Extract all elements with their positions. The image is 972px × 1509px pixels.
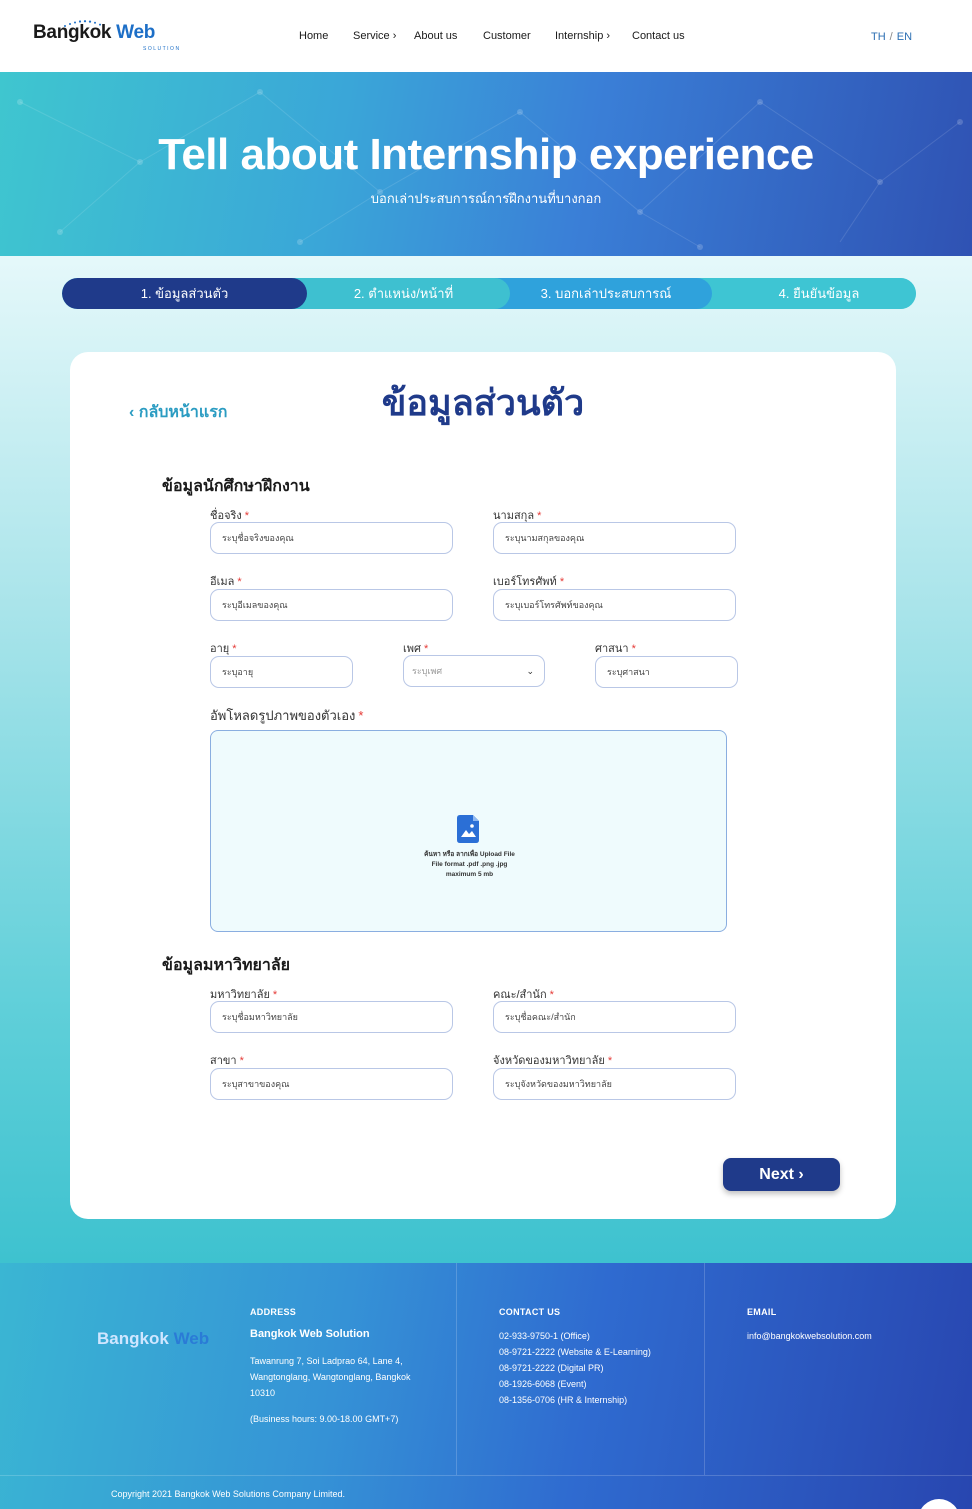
card-title: ข้อมูลส่วนตัว (381, 382, 585, 423)
lang-separator: / (889, 31, 893, 43)
step-2[interactable]: 2. ตำแหน่ง/หน้าที่ (277, 278, 510, 309)
gender-select[interactable]: ระบุเพศ ⌄ (403, 655, 545, 687)
address-company: Bangkok Web Solution (250, 1328, 370, 1340)
hero-banner: Tell about Internship experience บอกเล่า… (0, 72, 972, 256)
province-label: จังหวัดของมหาวิทยาลัย * (493, 1055, 613, 1067)
lang-th[interactable]: TH (871, 31, 886, 43)
photo-upload-dropzone[interactable]: ค้นหา หรือ ลากเพื่อ Upload File File for… (210, 730, 727, 932)
phone-website[interactable]: 08-9721-2222 (Website & E-Learning) (499, 1344, 651, 1360)
email-link[interactable]: info@bangkokwebsolution.com (747, 1328, 872, 1344)
image-file-upload-icon (457, 815, 479, 843)
business-hours: (Business hours: 9.00-18.00 GMT+7) (250, 1414, 399, 1424)
site-footer: Bangkok Web ADDRESS Bangkok Web Solution… (0, 1263, 972, 1509)
footer-divider (704, 1263, 705, 1475)
footer-divider (456, 1263, 457, 1475)
address-lines: Tawanrung 7, Soi Ladprao 64, Lane 4, Wan… (250, 1356, 411, 1398)
phone-digital-pr[interactable]: 08-9721-2222 (Digital PR) (499, 1360, 651, 1376)
step-1-active[interactable]: 1. ข้อมูลส่วนตัว (62, 278, 307, 309)
faculty-input[interactable]: ระบุชื่อคณะ/สำนัก (493, 1001, 736, 1033)
upload-label: อัพโหลดรูปภาพของตัวเอง * (210, 708, 364, 723)
religion-label: ศาสนา * (595, 643, 636, 655)
province-input[interactable]: ระบุจังหวัดของมหาวิทยาลัย (493, 1068, 736, 1100)
first-name-input[interactable]: ระบุชื่อจริงของคุณ (210, 522, 453, 554)
logo-dots-icon (64, 20, 101, 27)
language-switcher: TH / EN (871, 31, 912, 43)
phone-office[interactable]: 02-933-9750-1 (Office) (499, 1328, 651, 1344)
last-name-input[interactable]: ระบุนามสกุลของคุณ (493, 522, 736, 554)
copyright-text: Copyright 2021 Bangkok Web Solutions Com… (111, 1489, 345, 1499)
hero-title: Tell about Internship experience (158, 130, 814, 179)
major-label: สาขา * (210, 1055, 244, 1067)
email-input[interactable]: ระบุอีเมลของคุณ (210, 589, 453, 621)
university-input[interactable]: ระบุชื่อมหาวิทยาลัย (210, 1001, 453, 1033)
nav-customer[interactable]: Customer (483, 30, 531, 42)
personal-info-card: ‹ กลับหน้าแรก ข้อมูลส่วนตัว ข้อมูลนักศึก… (70, 352, 896, 1219)
hero-subtitle: บอกเล่าประสบการณ์การฝึกงานที่บางกอก (370, 191, 602, 206)
phone-label: เบอร์โทรศัพท์ * (493, 576, 565, 588)
contact-phones: 02-933-9750-1 (Office) 08-9721-2222 (Web… (499, 1328, 651, 1408)
phone-input[interactable]: ระบุเบอร์โทรศัพท์ของคุณ (493, 589, 736, 621)
lang-en[interactable]: EN (897, 31, 912, 43)
footer-divider (0, 1475, 972, 1476)
contact-heading: CONTACT US (499, 1307, 561, 1317)
nav-home[interactable]: Home (299, 30, 328, 42)
chevron-down-icon: ⌄ (526, 666, 534, 676)
site-header: Bangkok Web SOLUTION Home Service › About… (0, 0, 972, 72)
logo-subtext: SOLUTION (143, 46, 181, 52)
site-logo[interactable]: Bangkok Web SOLUTION (33, 20, 179, 52)
footer-logo[interactable]: Bangkok Web (97, 1329, 209, 1349)
age-label: อายุ * (210, 643, 237, 655)
progress-steps: 4. ยืนยันข้อมูล 3. บอกเล่าประสบการณ์ 2. … (62, 278, 916, 309)
email-label: อีเมล * (210, 576, 242, 588)
nav-about-us[interactable]: About us (414, 30, 457, 42)
nav-contact-us[interactable]: Contact us (632, 30, 685, 42)
address-heading: ADDRESS (250, 1307, 297, 1317)
section-university-info: ข้อมูลมหาวิทยาลัย (162, 957, 291, 974)
phone-event[interactable]: 08-1926-6068 (Event) (499, 1376, 651, 1392)
nav-internship[interactable]: Internship › (555, 30, 610, 42)
step-3[interactable]: 3. บอกเล่าประสบการณ์ (480, 278, 712, 309)
chevron-right-icon: › (392, 30, 397, 42)
email-heading: EMAIL (747, 1307, 777, 1317)
chat-widget-button[interactable] (918, 1499, 960, 1509)
section-student-info: ข้อมูลนักศึกษาฝึกงาน (162, 478, 310, 495)
next-button[interactable]: Next › (723, 1158, 840, 1191)
chevron-right-icon: › (606, 30, 610, 42)
religion-input[interactable]: ระบุศาสนา (595, 656, 738, 688)
major-input[interactable]: ระบุสาขาของคุณ (210, 1068, 453, 1100)
step-4[interactable]: 4. ยืนยันข้อมูล (682, 278, 916, 309)
age-input[interactable]: ระบุอายุ (210, 656, 353, 688)
nav-service[interactable]: Service › (353, 30, 396, 42)
phone-hr[interactable]: 08-1356-0706 (HR & Internship) (499, 1392, 651, 1408)
upload-instructions: ค้นหา หรือ ลากเพื่อ Upload File File for… (424, 851, 515, 878)
